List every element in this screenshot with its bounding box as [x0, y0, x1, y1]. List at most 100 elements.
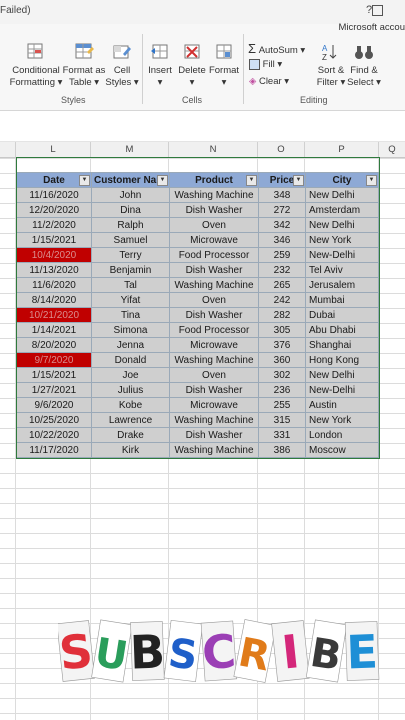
- product-cell[interactable]: Washing Machine: [169, 442, 259, 458]
- date-cell[interactable]: 1/15/2021: [16, 367, 92, 383]
- column-header-m[interactable]: M: [91, 142, 169, 158]
- city-cell[interactable]: London: [305, 427, 379, 443]
- city-cell[interactable]: Mumbai: [305, 292, 379, 308]
- product-cell[interactable]: Oven: [169, 367, 259, 383]
- customer-cell[interactable]: Tal: [91, 277, 170, 293]
- column-header-p[interactable]: P: [305, 142, 379, 158]
- product-cell[interactable]: Oven: [169, 292, 259, 308]
- city-cell[interactable]: Tel Aviv: [305, 262, 379, 278]
- product-cell[interactable]: Microwave: [169, 232, 259, 248]
- format-dropdown-icon[interactable]: ▾: [222, 77, 227, 88]
- format-as-table-button[interactable]: Format as Table ▾: [62, 42, 106, 89]
- price-cell[interactable]: 346: [258, 232, 306, 248]
- header-city[interactable]: City ▼: [305, 172, 379, 188]
- customer-cell[interactable]: Simona: [91, 322, 170, 338]
- header-price[interactable]: Price ▼: [258, 172, 306, 188]
- price-cell[interactable]: 236: [258, 382, 306, 398]
- city-cell[interactable]: Shanghai: [305, 337, 379, 353]
- date-cell[interactable]: 11/6/2020: [16, 277, 92, 293]
- city-cell[interactable]: Dubai: [305, 307, 379, 323]
- price-cell[interactable]: 386: [258, 442, 306, 458]
- table-row[interactable]: 11/17/2020 Kirk Washing Machine 386 Moscow: [16, 442, 379, 458]
- header-product[interactable]: Product ▼: [169, 172, 259, 188]
- table-row[interactable]: 10/21/2020 Tina Dish Washer 282 Dubai: [16, 307, 379, 323]
- autosum-button[interactable]: Σ AutoSum ▾: [248, 41, 305, 56]
- header-customer[interactable]: Customer Nar ▼: [91, 172, 170, 188]
- customer-cell[interactable]: Yifat: [91, 292, 170, 308]
- date-cell[interactable]: 12/20/2020: [16, 202, 92, 218]
- price-cell[interactable]: 282: [258, 307, 306, 323]
- price-cell[interactable]: 259: [258, 247, 306, 263]
- city-cell[interactable]: Jerusalem: [305, 277, 379, 293]
- city-cell[interactable]: Austin: [305, 397, 379, 413]
- date-cell[interactable]: 8/20/2020: [16, 337, 92, 353]
- date-cell[interactable]: 11/17/2020: [16, 442, 92, 458]
- customer-cell[interactable]: Julius: [91, 382, 170, 398]
- city-cell[interactable]: Moscow: [305, 442, 379, 458]
- date-cell[interactable]: 11/13/2020: [16, 262, 92, 278]
- insert-button[interactable]: Insert ▾: [146, 42, 174, 89]
- product-cell[interactable]: Dish Washer: [169, 262, 259, 278]
- city-cell[interactable]: New-Delhi: [305, 382, 379, 398]
- date-cell[interactable]: 10/25/2020: [16, 412, 92, 428]
- city-cell[interactable]: New Delhi: [305, 367, 379, 383]
- city-cell[interactable]: New York: [305, 232, 379, 248]
- date-cell[interactable]: 10/4/2020: [16, 247, 92, 263]
- table-row[interactable]: 1/27/2021 Julius Dish Washer 236 New-Delhi: [16, 382, 379, 398]
- column-header-q[interactable]: Q: [379, 142, 405, 158]
- price-cell[interactable]: 315: [258, 412, 306, 428]
- date-cell[interactable]: 9/6/2020: [16, 397, 92, 413]
- customer-cell[interactable]: Drake: [91, 427, 170, 443]
- find-select-button[interactable]: Find & Select ▾: [346, 42, 382, 89]
- table-row[interactable]: 11/6/2020 Tal Washing Machine 265 Jerusalem: [16, 277, 379, 293]
- clear-button[interactable]: ◈ Clear ▾: [249, 76, 289, 87]
- city-cell[interactable]: New Delhi: [305, 217, 379, 233]
- table-row[interactable]: 9/7/2020 Donald Washing Machine 360 Hong Kon…: [16, 352, 379, 368]
- price-cell[interactable]: 242: [258, 292, 306, 308]
- customer-cell[interactable]: Lawrence: [91, 412, 170, 428]
- city-cell[interactable]: New-Delhi: [305, 247, 379, 263]
- format-button[interactable]: Format ▾: [208, 42, 240, 89]
- price-cell[interactable]: 342: [258, 217, 306, 233]
- table-row[interactable]: 1/15/2021 Joe Oven 302 New Delhi: [16, 367, 379, 383]
- product-cell[interactable]: Dish Washer: [169, 307, 259, 323]
- filter-dropdown-icon[interactable]: ▼: [79, 175, 90, 186]
- delete-button[interactable]: Delete ▾: [176, 42, 208, 89]
- customer-cell[interactable]: John: [91, 187, 170, 203]
- product-cell[interactable]: Oven: [169, 217, 259, 233]
- city-cell[interactable]: New Delhi: [305, 187, 379, 203]
- city-cell[interactable]: Hong Kong: [305, 352, 379, 368]
- city-cell[interactable]: Abu Dhabi: [305, 322, 379, 338]
- table-row[interactable]: 11/2/2020 Ralph Oven 342 New Delhi: [16, 217, 379, 233]
- insert-dropdown-icon[interactable]: ▾: [158, 77, 163, 88]
- customer-cell[interactable]: Jenna: [91, 337, 170, 353]
- price-cell[interactable]: 331: [258, 427, 306, 443]
- table-row[interactable]: 9/6/2020 Kobe Microwave 255 Austin: [16, 397, 379, 413]
- customer-cell[interactable]: Benjamin: [91, 262, 170, 278]
- customer-cell[interactable]: Kirk: [91, 442, 170, 458]
- date-cell[interactable]: 8/14/2020: [16, 292, 92, 308]
- column-header-o[interactable]: O: [258, 142, 305, 158]
- product-cell[interactable]: Washing Machine: [169, 277, 259, 293]
- customer-cell[interactable]: Ralph: [91, 217, 170, 233]
- customer-cell[interactable]: Joe: [91, 367, 170, 383]
- date-cell[interactable]: 9/7/2020: [16, 352, 92, 368]
- filter-dropdown-icon[interactable]: ▼: [293, 175, 304, 186]
- delete-dropdown-icon[interactable]: ▾: [190, 77, 195, 88]
- date-cell[interactable]: 1/15/2021: [16, 232, 92, 248]
- filter-dropdown-icon[interactable]: ▼: [366, 175, 377, 186]
- table-row[interactable]: 1/15/2021 Samuel Microwave 346 New York: [16, 232, 379, 248]
- price-cell[interactable]: 376: [258, 337, 306, 353]
- column-header-n[interactable]: N: [169, 142, 258, 158]
- sort-filter-button[interactable]: A Z Sort & Filter ▾: [312, 42, 350, 89]
- date-cell[interactable]: 1/14/2021: [16, 322, 92, 338]
- table-row[interactable]: 12/20/2020 Dina Dish Washer 272 Amsterdam: [16, 202, 379, 218]
- account-name[interactable]: Microsoft accou: [338, 22, 405, 33]
- date-cell[interactable]: 11/16/2020: [16, 187, 92, 203]
- customer-cell[interactable]: Samuel: [91, 232, 170, 248]
- date-cell[interactable]: 10/22/2020: [16, 427, 92, 443]
- table-row[interactable]: 1/14/2021 Simona Food Processor 305 Abu Dhab…: [16, 322, 379, 338]
- product-cell[interactable]: Microwave: [169, 337, 259, 353]
- price-cell[interactable]: 255: [258, 397, 306, 413]
- price-cell[interactable]: 232: [258, 262, 306, 278]
